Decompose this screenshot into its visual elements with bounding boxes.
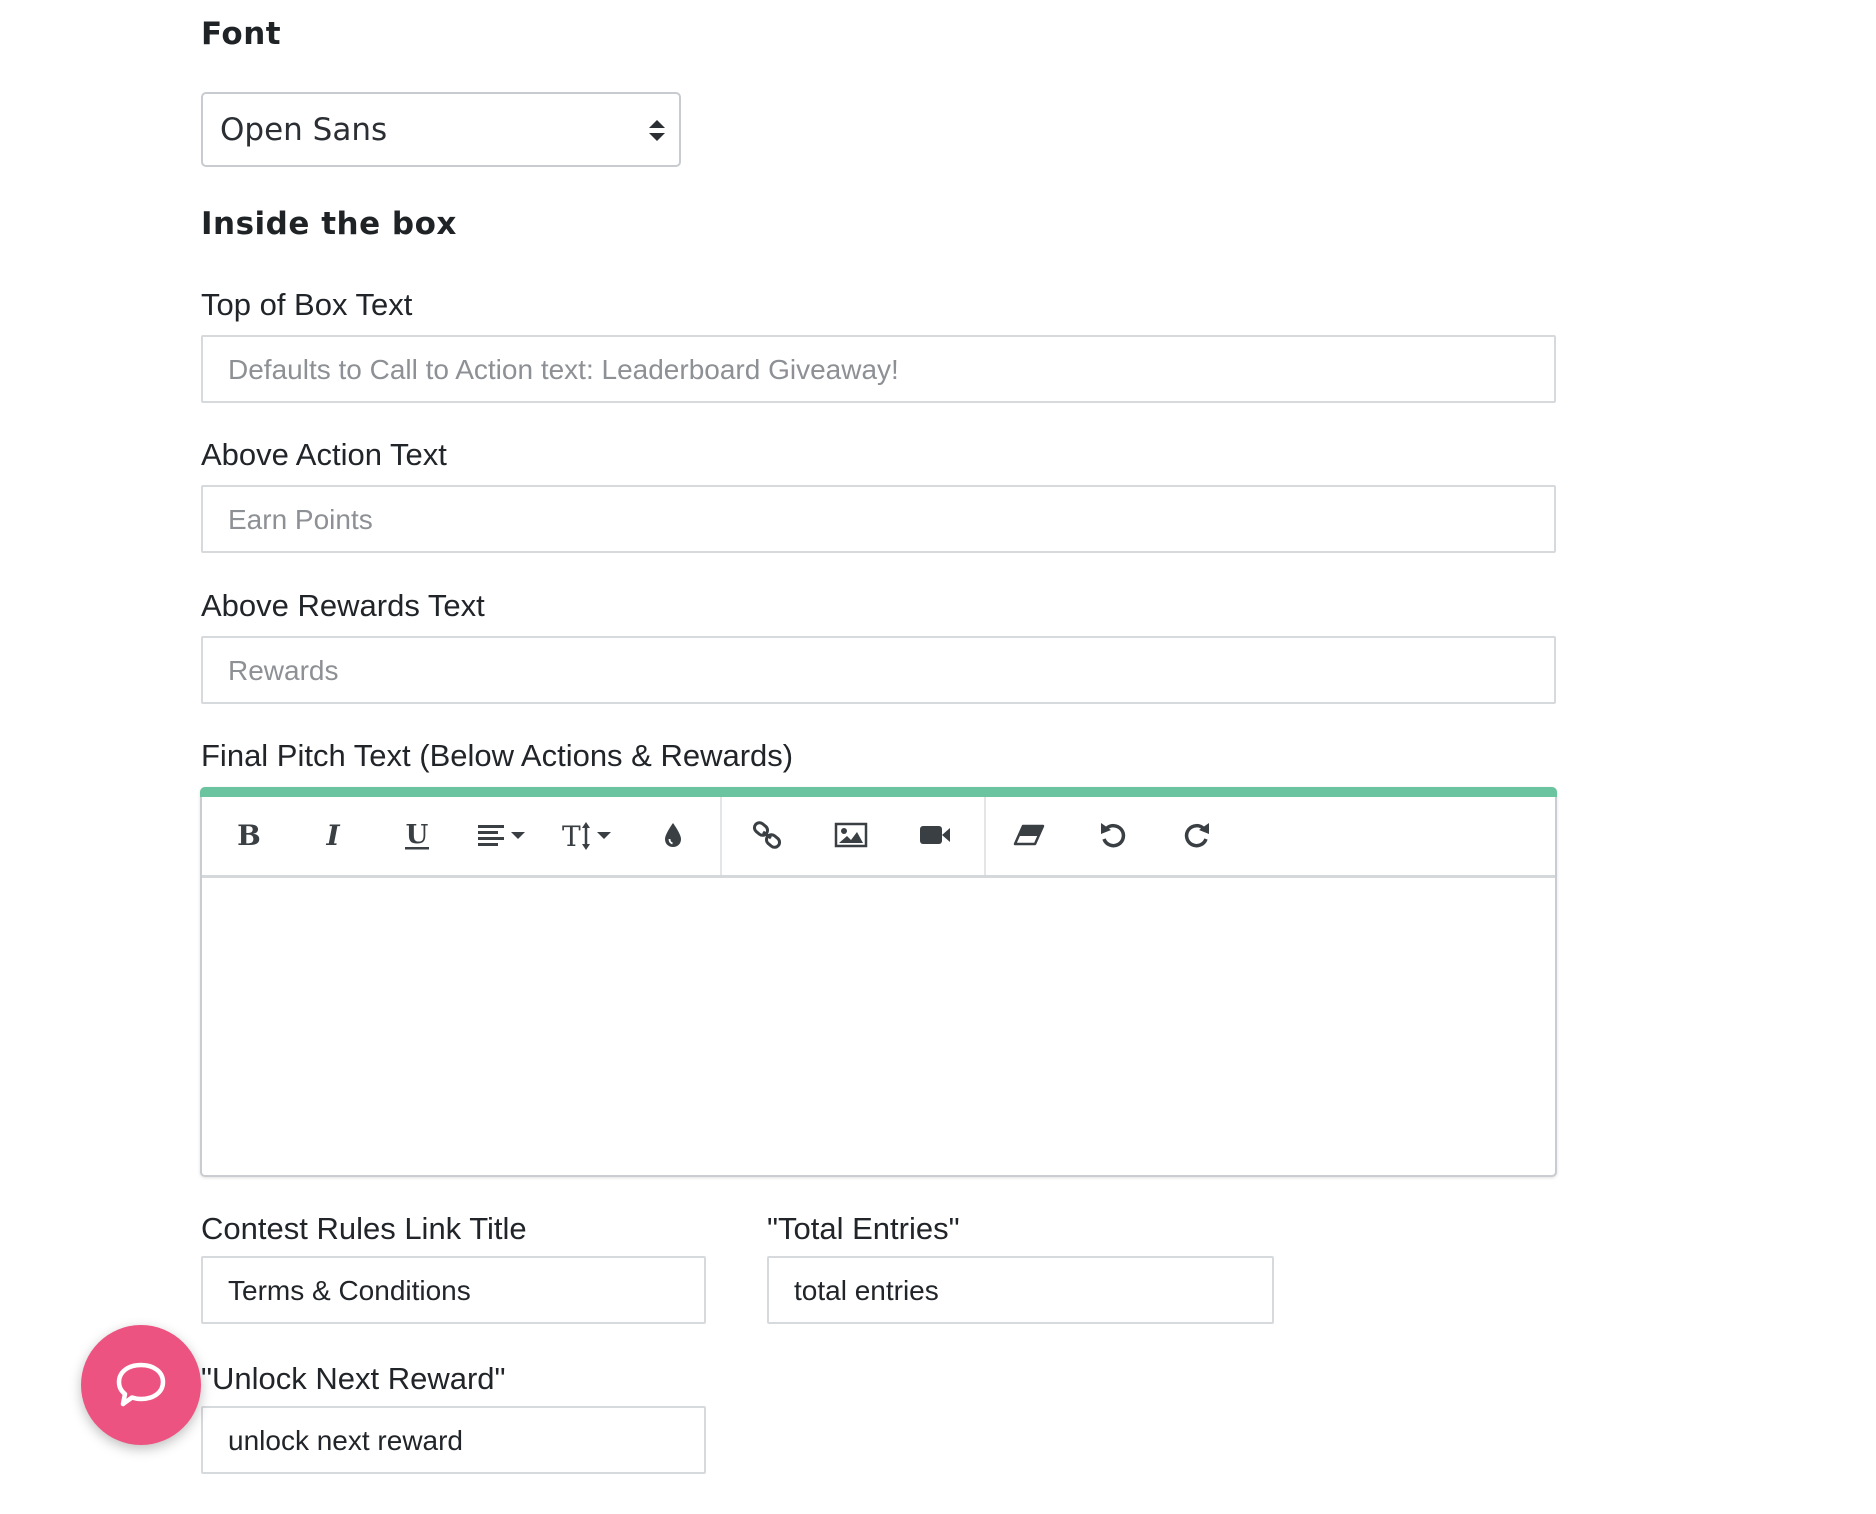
text-size-dropdown-button[interactable]: T bbox=[552, 805, 626, 865]
color-button[interactable] bbox=[638, 805, 708, 865]
above-rewards-placeholder: Rewards bbox=[228, 655, 339, 686]
total-entries-label: "Total Entries" bbox=[767, 1211, 960, 1246]
above-action-placeholder: Earn Points bbox=[228, 504, 373, 535]
top-of-box-input[interactable]: Defaults to Call to Action text: Leaderb… bbox=[201, 335, 1556, 403]
contest-rules-input[interactable]: Terms & Conditions bbox=[201, 1256, 706, 1324]
unlock-next-reward-label: "Unlock Next Reward" bbox=[201, 1361, 506, 1396]
undo-button[interactable] bbox=[1078, 805, 1148, 865]
above-action-input[interactable]: Earn Points bbox=[201, 485, 1556, 553]
chat-bubble-icon bbox=[116, 1362, 166, 1407]
unlock-next-reward-input[interactable]: unlock next reward bbox=[201, 1406, 706, 1474]
svg-text:T: T bbox=[562, 820, 581, 851]
image-icon bbox=[834, 822, 868, 848]
above-action-label: Above Action Text bbox=[201, 437, 447, 472]
top-of-box-placeholder: Defaults to Call to Action text: Leaderb… bbox=[228, 354, 899, 385]
eraser-icon bbox=[1013, 824, 1045, 846]
video-icon bbox=[920, 826, 950, 844]
undo-icon bbox=[1101, 823, 1126, 848]
italic-icon: I bbox=[325, 820, 340, 850]
link-icon bbox=[752, 821, 782, 849]
redo-icon bbox=[1184, 823, 1209, 848]
svg-text:B: B bbox=[237, 820, 261, 850]
contest-rules-label: Contest Rules Link Title bbox=[201, 1211, 527, 1246]
total-entries-value: total entries bbox=[794, 1275, 939, 1306]
clear-format-button[interactable] bbox=[994, 805, 1064, 865]
above-rewards-input[interactable]: Rewards bbox=[201, 636, 1556, 704]
align-dropdown-button[interactable] bbox=[466, 805, 540, 865]
font-heading: Font bbox=[201, 16, 282, 52]
final-pitch-label: Final Pitch Text (Below Actions & Reward… bbox=[201, 738, 794, 773]
inside-box-heading: Inside the box bbox=[201, 206, 457, 242]
font-select[interactable]: Open Sans bbox=[201, 92, 681, 167]
select-arrows-icon bbox=[649, 120, 665, 141]
link-button[interactable] bbox=[732, 805, 802, 865]
font-select-value: Open Sans bbox=[220, 112, 388, 148]
above-rewards-label: Above Rewards Text bbox=[201, 588, 485, 623]
unlock-next-reward-value: unlock next reward bbox=[228, 1425, 464, 1456]
redo-button[interactable] bbox=[1162, 805, 1232, 865]
underline-icon: U bbox=[405, 820, 429, 850]
italic-button[interactable]: I bbox=[298, 805, 368, 865]
final-pitch-content-area[interactable] bbox=[202, 878, 1555, 1173]
total-entries-input[interactable]: total entries bbox=[767, 1256, 1274, 1324]
bold-button[interactable]: B bbox=[214, 805, 284, 865]
chat-button[interactable] bbox=[81, 1325, 201, 1445]
svg-text:U: U bbox=[406, 820, 429, 850]
top-of-box-label: Top of Box Text bbox=[201, 287, 413, 322]
video-button[interactable] bbox=[900, 805, 970, 865]
text-size-dropdown-icon: T bbox=[562, 820, 611, 851]
color-drop-icon bbox=[665, 823, 681, 847]
toolbar-separator bbox=[984, 797, 986, 875]
align-dropdown-icon bbox=[478, 825, 525, 846]
bold-icon: B bbox=[237, 820, 261, 850]
underline-button[interactable]: U bbox=[382, 805, 452, 865]
toolbar-separator bbox=[720, 797, 722, 875]
editor-accent-bar bbox=[200, 787, 1557, 797]
editor-toolbar: B I U T bbox=[202, 797, 1555, 878]
final-pitch-editor: B I U T bbox=[200, 787, 1557, 1177]
contest-rules-value: Terms & Conditions bbox=[228, 1275, 471, 1306]
svg-text:I: I bbox=[325, 820, 340, 850]
image-button[interactable] bbox=[816, 805, 886, 865]
